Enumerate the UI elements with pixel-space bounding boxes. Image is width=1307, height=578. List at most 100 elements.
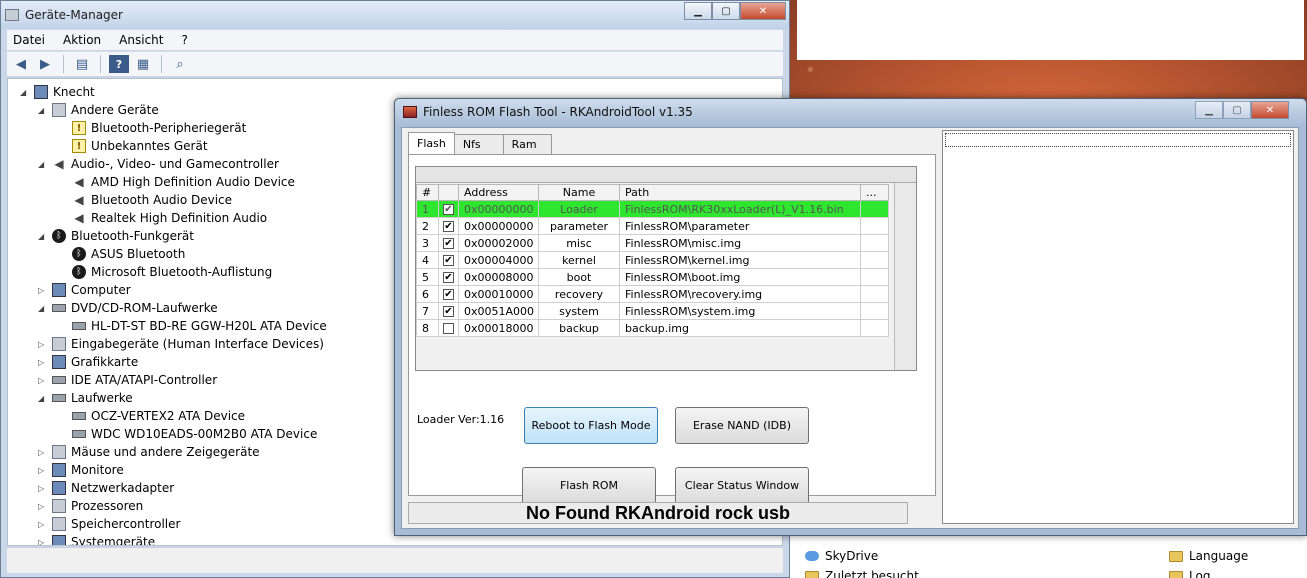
- partition-row[interactable]: 1 ✔ 0x00000000 Loader FinlessROM\RK30xxLoade…: [416, 200, 889, 218]
- tree-node[interactable]: ▷ Eingabegeräte (Human Interface Devices): [38, 335, 324, 353]
- partition-table-header: # Address Name Path ...: [416, 184, 889, 201]
- row-number: 5: [416, 268, 439, 286]
- tree-node[interactable]: ◢ Laufwerke: [38, 389, 133, 407]
- tree-node[interactable]: ▷ Mäuse und andere Zeigegeräte: [38, 443, 260, 461]
- expand-arrow-icon[interactable]: ▷: [38, 448, 48, 457]
- maximize-button[interactable]: ▢: [712, 2, 740, 20]
- expand-arrow-icon[interactable]: ▷: [38, 358, 48, 367]
- minimize-button[interactable]: ▁: [684, 2, 712, 20]
- partition-checkbox[interactable]: ✔: [443, 238, 454, 249]
- row-more: [860, 302, 889, 320]
- tree-node[interactable]: ◀ Realtek High Definition Audio: [58, 209, 267, 227]
- explorer-folder-log[interactable]: Log: [1169, 566, 1248, 578]
- tree-node[interactable]: ◀ Bluetooth Audio Device: [58, 191, 232, 209]
- collapse-arrow-icon[interactable]: ◢: [38, 394, 48, 403]
- device-manager-titlebar[interactable]: Geräte-Manager ▁ ▢ ✕: [1, 1, 789, 29]
- flash-rom-button[interactable]: Flash ROM: [522, 467, 656, 504]
- partition-checkbox[interactable]: [443, 323, 454, 334]
- tree-node[interactable]: ◢ ◀ Audio-, Video- und Gamecontroller: [38, 155, 279, 173]
- forward-arrow-icon[interactable]: ▶: [35, 55, 55, 73]
- partition-checkbox[interactable]: ✔: [443, 221, 454, 232]
- partition-row[interactable]: 8 0x00018000 backup backup.img: [416, 319, 889, 337]
- partition-row[interactable]: 3 ✔ 0x00002000 misc FinlessROM\misc.img: [416, 234, 889, 252]
- partition-checkbox[interactable]: ✔: [443, 289, 454, 300]
- collapse-arrow-icon[interactable]: ◢: [20, 88, 30, 97]
- tree-node[interactable]: WDC WD10EADS-00M2B0 ATA Device: [58, 425, 317, 443]
- partition-checkbox[interactable]: ✔: [443, 255, 454, 266]
- partition-row[interactable]: 6 ✔ 0x00010000 recovery FinlessROM\recovery.…: [416, 285, 889, 303]
- collapse-arrow-icon[interactable]: ◢: [38, 106, 48, 115]
- flash-close-button[interactable]: ✕: [1251, 101, 1289, 119]
- partition-checkbox[interactable]: ✔: [443, 306, 454, 317]
- reboot-flash-mode-button[interactable]: Reboot to Flash Mode: [524, 407, 658, 444]
- expand-arrow-icon[interactable]: ▷: [38, 484, 48, 493]
- warning-device-icon: !: [72, 139, 86, 153]
- scan-hardware-icon[interactable]: ⌕: [170, 55, 190, 73]
- tree-node[interactable]: ▷ Systemgeräte: [38, 533, 155, 546]
- tree-node[interactable]: ▷ Speichercontroller: [38, 515, 180, 533]
- collapse-arrow-icon[interactable]: ◢: [38, 160, 48, 169]
- partition-row[interactable]: 5 ✔ 0x00008000 boot FinlessROM\boot.img: [416, 268, 889, 286]
- flash-minimize-button[interactable]: ▁: [1195, 101, 1223, 119]
- col-more[interactable]: ...: [860, 184, 889, 201]
- tree-node[interactable]: ᛒ Microsoft Bluetooth-Auflistung: [58, 263, 272, 281]
- tree-node[interactable]: ▷ Monitore: [38, 461, 124, 479]
- explorer-nav-skydrive[interactable]: SkyDrive: [805, 546, 919, 566]
- tree-node[interactable]: ◢ Knecht: [20, 83, 95, 101]
- tree-node[interactable]: HL-DT-ST BD-RE GGW-H20L ATA Device: [58, 317, 327, 335]
- tree-node[interactable]: OCZ-VERTEX2 ATA Device: [58, 407, 245, 425]
- tree-node[interactable]: ◢ Andere Geräte: [38, 101, 159, 119]
- details-view-icon[interactable]: ▦: [133, 55, 153, 73]
- monitor-icon: [52, 355, 66, 369]
- tree-node[interactable]: ▷ Netzwerkadapter: [38, 479, 174, 497]
- flash-maximize-button[interactable]: ▢: [1223, 101, 1251, 119]
- expand-arrow-icon[interactable]: ▷: [38, 376, 48, 385]
- menu-aktion[interactable]: Aktion: [63, 33, 101, 47]
- flash-tool-titlebar[interactable]: Finless ROM Flash Tool - RKAndroidTool v…: [395, 99, 1306, 125]
- tree-node[interactable]: ▷ IDE ATA/ATAPI-Controller: [38, 371, 217, 389]
- collapse-arrow-icon[interactable]: ◢: [38, 232, 48, 241]
- tree-node[interactable]: ▷ Computer: [38, 281, 131, 299]
- tab-ram[interactable]: Ram: [502, 134, 552, 154]
- expand-arrow-icon[interactable]: ▷: [38, 538, 48, 546]
- tree-node[interactable]: ◀ AMD High Definition Audio Device: [58, 173, 295, 191]
- tree-node[interactable]: ! Unbekanntes Gerät: [58, 137, 208, 155]
- row-path: FinlessROM\boot.img: [619, 268, 861, 286]
- explorer-folder-language[interactable]: Language: [1169, 546, 1248, 566]
- partition-row[interactable]: 7 ✔ 0x0051A000 system FinlessROM\system.img: [416, 302, 889, 320]
- col-address[interactable]: Address: [458, 184, 539, 201]
- close-button[interactable]: ✕: [740, 2, 786, 20]
- tree-node[interactable]: ◢ ᛒ Bluetooth-Funkgerät: [38, 227, 194, 245]
- tree-node[interactable]: ◢ DVD/CD-ROM-Laufwerke: [38, 299, 218, 317]
- log-window[interactable]: [942, 130, 1294, 524]
- expand-arrow-icon[interactable]: ▷: [38, 340, 48, 349]
- menu-help[interactable]: ?: [181, 33, 187, 47]
- tree-node[interactable]: ! Bluetooth-Peripheriegerät: [58, 119, 246, 137]
- partition-row[interactable]: 4 ✔ 0x00004000 kernel FinlessROM\kernel.img: [416, 251, 889, 269]
- collapse-arrow-icon[interactable]: ◢: [38, 304, 48, 313]
- grid-scrollbar[interactable]: [894, 183, 916, 370]
- expand-arrow-icon[interactable]: ▷: [38, 286, 48, 295]
- col-name[interactable]: Name: [538, 184, 620, 201]
- expand-arrow-icon[interactable]: ▷: [38, 466, 48, 475]
- expand-arrow-icon[interactable]: ▷: [38, 520, 48, 529]
- partition-checkbox[interactable]: ✔: [443, 272, 454, 283]
- partition-row[interactable]: 2 ✔ 0x00000000 parameter FinlessROM\paramete…: [416, 217, 889, 235]
- tab-flash[interactable]: Flash: [408, 132, 455, 154]
- col-path[interactable]: Path: [619, 184, 861, 201]
- menu-ansicht[interactable]: Ansicht: [119, 33, 163, 47]
- tree-node[interactable]: ᛒ ASUS Bluetooth: [58, 245, 185, 263]
- partition-checkbox[interactable]: ✔: [443, 204, 454, 215]
- tree-node[interactable]: ▷ Prozessoren: [38, 497, 143, 515]
- menu-datei[interactable]: Datei: [13, 33, 45, 47]
- tree-node[interactable]: ▷ Grafikkarte: [38, 353, 138, 371]
- help-icon[interactable]: ?: [109, 55, 129, 73]
- tab-nfs[interactable]: Nfs: [453, 134, 504, 154]
- clear-status-window-button[interactable]: Clear Status Window: [675, 467, 809, 504]
- properties-view-icon[interactable]: ▤: [72, 55, 92, 73]
- drive-icon: [52, 394, 66, 402]
- explorer-nav-recent[interactable]: Zuletzt besucht: [805, 566, 919, 578]
- erase-nand-button[interactable]: Erase NAND (IDB): [675, 407, 809, 444]
- expand-arrow-icon[interactable]: ▷: [38, 502, 48, 511]
- back-arrow-icon[interactable]: ◀: [11, 55, 31, 73]
